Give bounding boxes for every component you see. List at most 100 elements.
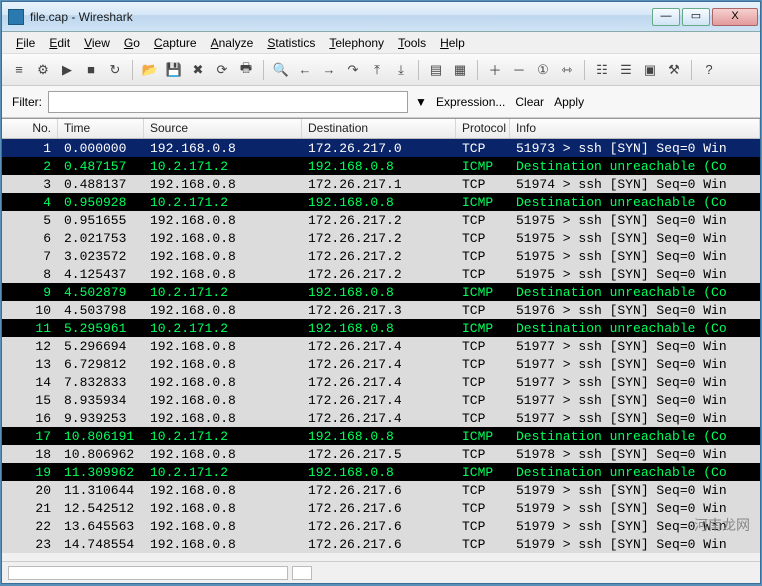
- menu-capture[interactable]: Capture: [148, 34, 203, 52]
- col-header-no[interactable]: No.: [2, 119, 58, 138]
- packet-list-header: No. Time Source Destination Protocol Inf…: [2, 119, 760, 139]
- menu-statistics[interactable]: Statistics: [261, 34, 321, 52]
- go-forward-button[interactable]: →: [318, 59, 340, 81]
- cell-proto: TCP: [456, 337, 510, 356]
- packet-row[interactable]: 1810.806962192.168.0.8172.26.217.5TCP519…: [2, 445, 760, 463]
- display-filters-button[interactable]: ☰: [615, 59, 637, 81]
- packet-row[interactable]: 20.48715710.2.171.2192.168.0.8ICMPDestin…: [2, 157, 760, 175]
- menu-telephony[interactable]: Telephony: [323, 34, 390, 52]
- col-header-source[interactable]: Source: [144, 119, 302, 138]
- packet-row[interactable]: 136.729812192.168.0.8172.26.217.4TCP5197…: [2, 355, 760, 373]
- menu-file[interactable]: File: [10, 34, 41, 52]
- packet-rows[interactable]: 10.000000192.168.0.8172.26.217.0TCP51973…: [2, 139, 760, 561]
- packet-row[interactable]: 10.000000192.168.0.8172.26.217.0TCP51973…: [2, 139, 760, 157]
- packet-row[interactable]: 30.488137192.168.0.8172.26.217.1TCP51974…: [2, 175, 760, 193]
- packet-row[interactable]: 62.021753192.168.0.8172.26.217.2TCP51975…: [2, 229, 760, 247]
- list-interfaces-button[interactable]: ≡: [8, 59, 30, 81]
- stop-capture-button[interactable]: ■: [80, 59, 102, 81]
- cell-proto: TCP: [456, 481, 510, 500]
- menu-go[interactable]: Go: [118, 34, 146, 52]
- menu-edit[interactable]: Edit: [43, 34, 76, 52]
- cell-no: 11: [2, 319, 58, 338]
- cell-proto: ICMP: [456, 427, 510, 446]
- capture-options-button[interactable]: ⚙: [32, 59, 54, 81]
- cell-time: 12.542512: [58, 499, 144, 518]
- preferences-button[interactable]: ⚒: [663, 59, 685, 81]
- col-header-time[interactable]: Time: [58, 119, 144, 138]
- print-button[interactable]: 🖶: [235, 59, 257, 81]
- packet-row[interactable]: 40.95092810.2.171.2192.168.0.8ICMPDestin…: [2, 193, 760, 211]
- col-header-protocol[interactable]: Protocol: [456, 119, 510, 138]
- col-header-info[interactable]: Info: [510, 119, 760, 138]
- packet-row[interactable]: 147.832833192.168.0.8172.26.217.4TCP5197…: [2, 373, 760, 391]
- go-last-button[interactable]: ⤓: [390, 59, 412, 81]
- cell-info: 51977 > ssh [SYN] Seq=0 Win: [510, 337, 760, 356]
- cell-dst: 192.168.0.8: [302, 319, 456, 338]
- packet-row[interactable]: 125.296694192.168.0.8172.26.217.4TCP5197…: [2, 337, 760, 355]
- find-button[interactable]: 🔍: [270, 59, 292, 81]
- save-file-button[interactable]: 💾: [163, 59, 185, 81]
- go-back-button[interactable]: ←: [294, 59, 316, 81]
- coloring-rules-button[interactable]: ▣: [639, 59, 661, 81]
- cell-info: Destination unreachable (Co: [510, 319, 760, 338]
- packet-row[interactable]: 2213.645563192.168.0.8172.26.217.6TCP519…: [2, 517, 760, 535]
- cell-dst: 172.26.217.3: [302, 301, 456, 320]
- colorize-button[interactable]: ▤: [425, 59, 447, 81]
- cell-info: 51974 > ssh [SYN] Seq=0 Win: [510, 175, 760, 194]
- cell-src: 192.168.0.8: [144, 175, 302, 194]
- packet-row[interactable]: 115.29596110.2.171.2192.168.0.8ICMPDesti…: [2, 319, 760, 337]
- start-capture-button[interactable]: ▶: [56, 59, 78, 81]
- packet-row[interactable]: 104.503798192.168.0.8172.26.217.3TCP5197…: [2, 301, 760, 319]
- help-button[interactable]: ?: [698, 59, 720, 81]
- expression-button[interactable]: Expression...: [434, 95, 507, 109]
- packet-row[interactable]: 2011.310644192.168.0.8172.26.217.6TCP519…: [2, 481, 760, 499]
- packet-row[interactable]: 2314.748554192.168.0.8172.26.217.6TCP519…: [2, 535, 760, 553]
- restart-capture-button[interactable]: ↻: [104, 59, 126, 81]
- zoom-reset-button[interactable]: ①: [532, 59, 554, 81]
- cell-dst: 172.26.217.4: [302, 373, 456, 392]
- auto-scroll-button[interactable]: ▦: [449, 59, 471, 81]
- packet-row[interactable]: 50.951655192.168.0.8172.26.217.2TCP51975…: [2, 211, 760, 229]
- zoom-in-button[interactable]: ＋: [484, 59, 506, 81]
- packet-row[interactable]: 158.935934192.168.0.8172.26.217.4TCP5197…: [2, 391, 760, 409]
- packet-row[interactable]: 94.50287910.2.171.2192.168.0.8ICMPDestin…: [2, 283, 760, 301]
- col-header-destination[interactable]: Destination: [302, 119, 456, 138]
- cell-src: 192.168.0.8: [144, 301, 302, 320]
- resize-columns-button[interactable]: ⇿: [556, 59, 578, 81]
- maximize-button[interactable]: ▭: [682, 8, 710, 26]
- close-button[interactable]: X: [712, 8, 758, 26]
- cell-src: 192.168.0.8: [144, 229, 302, 248]
- packet-row[interactable]: 2112.542512192.168.0.8172.26.217.6TCP519…: [2, 499, 760, 517]
- filter-input[interactable]: [48, 91, 408, 113]
- capture-filters-button[interactable]: ☷: [591, 59, 613, 81]
- cell-time: 5.296694: [58, 337, 144, 356]
- go-first-button[interactable]: ⤒: [366, 59, 388, 81]
- packet-row[interactable]: 73.023572192.168.0.8172.26.217.2TCP51975…: [2, 247, 760, 265]
- open-file-button[interactable]: 📂: [139, 59, 161, 81]
- menu-tools[interactable]: Tools: [392, 34, 432, 52]
- go-to-button[interactable]: ↷: [342, 59, 364, 81]
- zoom-out-button[interactable]: －: [508, 59, 530, 81]
- cell-no: 8: [2, 265, 58, 284]
- menu-help[interactable]: Help: [434, 34, 471, 52]
- packet-row[interactable]: 1911.30996210.2.171.2192.168.0.8ICMPDest…: [2, 463, 760, 481]
- apply-button[interactable]: Apply: [552, 95, 586, 109]
- packet-row[interactable]: 169.939253192.168.0.8172.26.217.4TCP5197…: [2, 409, 760, 427]
- cell-src: 192.168.0.8: [144, 139, 302, 158]
- cell-proto: TCP: [456, 301, 510, 320]
- cell-time: 8.935934: [58, 391, 144, 410]
- menu-view[interactable]: View: [78, 34, 116, 52]
- packet-list: No. Time Source Destination Protocol Inf…: [2, 118, 760, 561]
- menu-analyze[interactable]: Analyze: [205, 34, 260, 52]
- cell-time: 0.488137: [58, 175, 144, 194]
- cell-time: 14.748554: [58, 535, 144, 554]
- close-file-button[interactable]: ✖: [187, 59, 209, 81]
- cell-time: 13.645563: [58, 517, 144, 536]
- reload-button[interactable]: ⟳: [211, 59, 233, 81]
- packet-row[interactable]: 1710.80619110.2.171.2192.168.0.8ICMPDest…: [2, 427, 760, 445]
- cell-no: 4: [2, 193, 58, 212]
- clear-button[interactable]: Clear: [513, 95, 546, 109]
- packet-row[interactable]: 84.125437192.168.0.8172.26.217.2TCP51975…: [2, 265, 760, 283]
- minimize-button[interactable]: —: [652, 8, 680, 26]
- filter-dropdown-icon[interactable]: ▼: [414, 95, 428, 109]
